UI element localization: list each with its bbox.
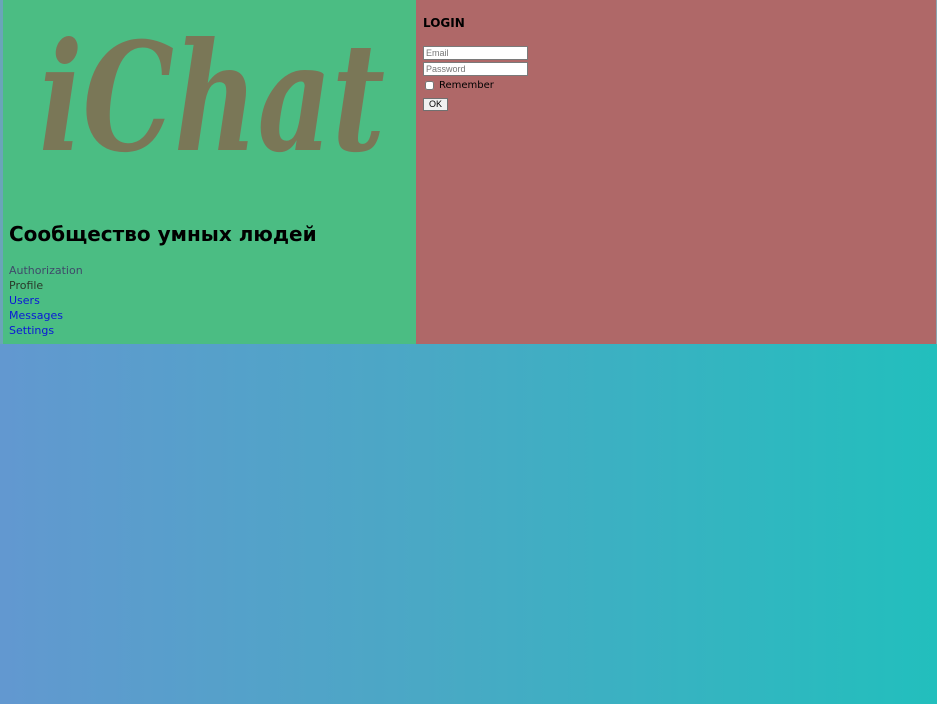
ichat-logo: iChat xyxy=(37,8,389,192)
login-form: LOGIN Remember OK xyxy=(423,16,528,111)
nav-link-messages[interactable]: Messages xyxy=(9,309,63,322)
login-panel: LOGIN Remember OK xyxy=(416,0,937,344)
logo-text: iChat xyxy=(39,10,385,186)
nav-link-settings[interactable]: Settings xyxy=(9,324,54,337)
ok-button[interactable]: OK xyxy=(423,97,449,111)
nav-link-users[interactable]: Users xyxy=(9,294,40,307)
content-area xyxy=(0,344,937,704)
nav-item-profile: Profile xyxy=(9,279,44,292)
header-section: iChat Сообщество умных людей Authorizati… xyxy=(0,0,937,344)
nav-item-authorization: Authorization xyxy=(9,264,83,277)
remember-checkbox[interactable] xyxy=(425,80,434,90)
remember-row[interactable]: Remember xyxy=(423,78,528,92)
password-field[interactable] xyxy=(423,62,528,76)
remember-label: Remember xyxy=(439,79,494,91)
branding-panel: iChat Сообщество умных людей Authorizati… xyxy=(0,0,416,344)
main-nav: Authorization Profile Users Messages Set… xyxy=(9,263,83,338)
email-field[interactable] xyxy=(423,46,528,60)
slogan: Сообщество умных людей xyxy=(9,222,317,246)
login-title: LOGIN xyxy=(423,16,465,30)
